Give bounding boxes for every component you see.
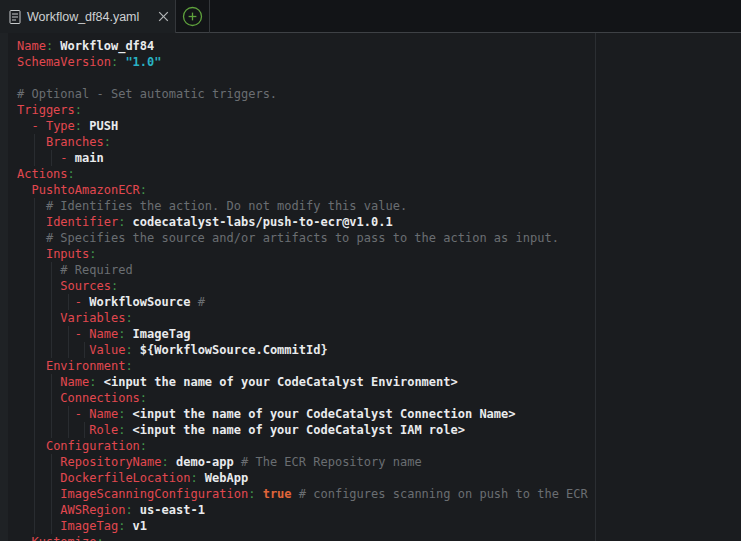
code-line: AWSRegion: us-east-1 — [0, 502, 741, 518]
code-line: Sources: — [0, 278, 741, 294]
code-line — [0, 70, 741, 86]
tab-title: Workflow_df84.yaml — [27, 10, 139, 24]
code-line: Branches: — [0, 134, 741, 150]
code-line: Role: <input the name of your CodeCataly… — [0, 422, 741, 438]
close-tab-icon[interactable] — [158, 11, 169, 22]
new-tab-button[interactable] — [176, 0, 210, 33]
code-line: # Optional - Set automatic triggers. — [0, 86, 741, 102]
code-line: Value: ${WorkflowSource.CommitId} — [0, 342, 741, 358]
code-line: # Identifies the action. Do not modify t… — [0, 198, 741, 214]
tab-bar-border — [176, 32, 741, 33]
code-line: Variables: — [0, 310, 741, 326]
code-line: Name: Workflow_df84 — [0, 38, 741, 54]
code-line: - Type: PUSH — [0, 118, 741, 134]
code-line: PushtoAmazonECR: — [0, 182, 741, 198]
code-line: Inputs: — [0, 246, 741, 262]
code-line: DockerfileLocation: WebApp — [0, 470, 741, 486]
code-line: Kustomize: — [0, 534, 741, 541]
tab-bar: Workflow_df84.yaml — [0, 0, 741, 33]
plus-circle-icon — [182, 6, 203, 27]
code-line: SchemaVersion: "1.0" — [0, 54, 741, 70]
code-line: - Name: <input the name of your CodeCata… — [0, 406, 741, 422]
code-line: Configuration: — [0, 438, 741, 454]
code-line: - WorkflowSource # — [0, 294, 741, 310]
code-line: Environment: — [0, 358, 741, 374]
code-line: Triggers: — [0, 102, 741, 118]
code-line: # Required — [0, 262, 741, 278]
code-line: Name: <input the name of your CodeCataly… — [0, 374, 741, 390]
code-editor[interactable]: Name: Workflow_df84SchemaVersion: "1.0" #… — [0, 38, 741, 541]
code-line: Identifier: codecatalyst-labs/push-to-ec… — [0, 214, 741, 230]
code-line: - main — [0, 150, 741, 166]
code-line: Actions: — [0, 166, 741, 182]
file-icon — [9, 10, 21, 24]
code-line: ImageTag: v1 — [0, 518, 741, 534]
code-line: - Name: ImageTag — [0, 326, 741, 342]
code-line: Connections: — [0, 390, 741, 406]
code-line: # Specifies the source and/or artifacts … — [0, 230, 741, 246]
code-line: RepositoryName: demo-app # The ECR Repos… — [0, 454, 741, 470]
tab-workflow-yaml[interactable]: Workflow_df84.yaml — [0, 0, 176, 33]
code-line: ImageScanningConfiguration: true # confi… — [0, 486, 741, 502]
